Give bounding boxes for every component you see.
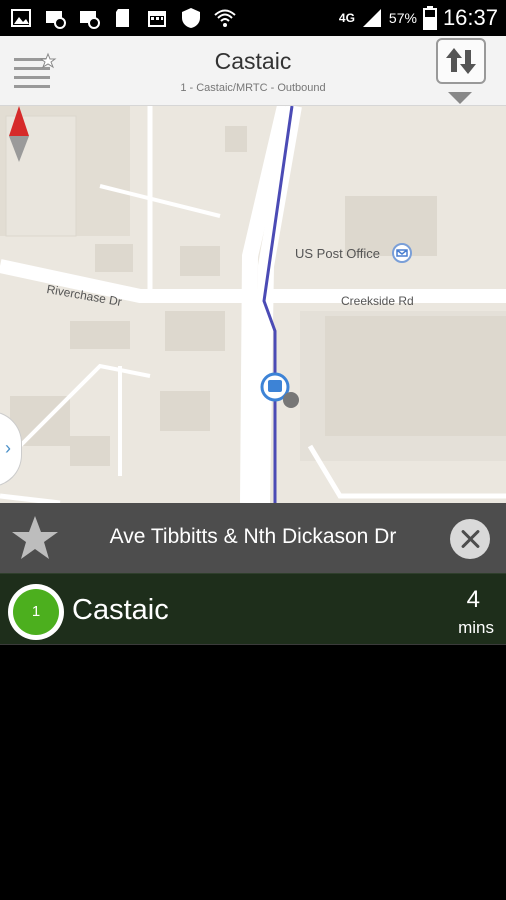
eta-value: 4	[466, 586, 480, 613]
arrival-destination: Castaic	[72, 594, 169, 626]
signal-icon	[362, 9, 381, 27]
stop-name: Ave Tibbitts & Nth Dickason Dr	[109, 525, 397, 548]
creekside-road-label: Creekside Rd	[341, 294, 414, 308]
calendar-icon	[148, 11, 166, 27]
battery-icon	[422, 6, 437, 30]
image-icon	[11, 9, 31, 27]
clock: 16:37	[442, 5, 498, 30]
swap-direction-icon	[446, 48, 476, 74]
sd-card-icon	[116, 9, 129, 27]
battery-percent: 57%	[388, 10, 417, 26]
network-type: 4G	[338, 11, 355, 25]
expand-panel-icon: ›	[5, 438, 11, 458]
route-subtitle: 1 - Castaic/MRTC - Outbound	[180, 82, 326, 94]
empty-list-area	[0, 645, 506, 900]
message-icon	[80, 11, 100, 29]
route-number: 1	[13, 589, 59, 635]
close-icon[interactable]	[450, 519, 490, 559]
status-bar: 4G 57% 16:37	[0, 0, 506, 36]
swap-dropdown-caret[interactable]	[448, 92, 472, 104]
stop-header: Ave Tibbitts & Nth Dickason Dr	[0, 503, 506, 573]
shield-icon	[182, 8, 200, 28]
map-view[interactable]: US Post Office Creekside Rd Riverchase D…	[0, 106, 506, 503]
message-icon	[46, 11, 66, 29]
map-canvas	[0, 106, 506, 503]
list-item[interactable]: 1 Castaic 4 mins	[0, 573, 506, 645]
wifi-icon	[214, 9, 236, 27]
app-bar: Castaic 1 - Castaic/MRTC - Outbound	[0, 36, 506, 106]
route-badge: 1	[8, 584, 64, 640]
star-icon[interactable]	[10, 513, 60, 563]
post-office-label: US Post Office	[295, 246, 381, 261]
swap-direction-button[interactable]	[436, 38, 486, 84]
compass-icon[interactable]	[0, 106, 38, 162]
eta-unit: mins	[458, 618, 494, 637]
route-title: Castaic	[214, 48, 292, 74]
